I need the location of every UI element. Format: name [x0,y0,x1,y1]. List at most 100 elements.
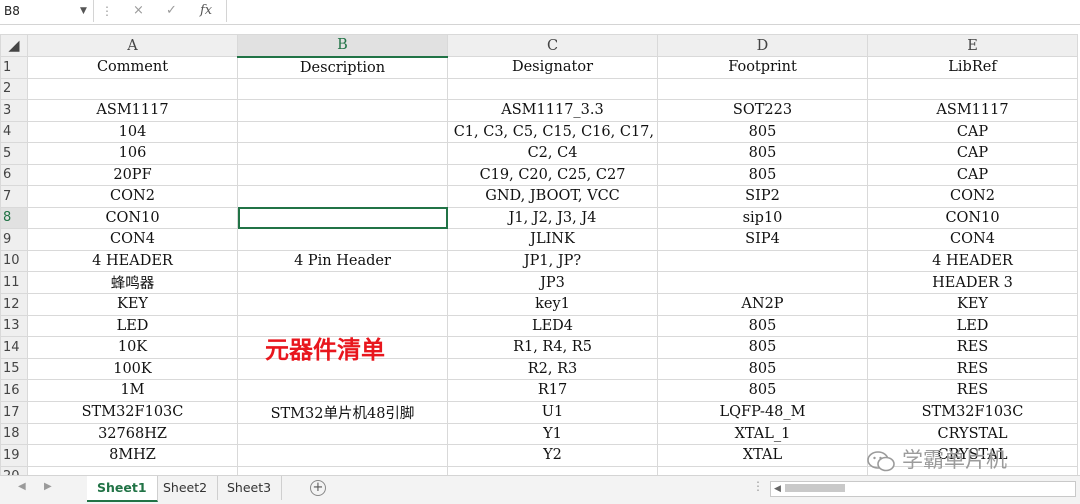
cell-d4[interactable]: 805 [657,120,868,143]
cell-b2[interactable] [237,77,448,100]
cell-c3[interactable]: ASM1117_3.3 [447,99,658,122]
row-header[interactable]: 7 [0,185,28,208]
cell-d16[interactable]: 805 [657,379,868,402]
cell-a14[interactable]: 10K [27,336,238,359]
row-header[interactable]: 17 [0,400,28,424]
scrollbar-thumb[interactable] [785,484,845,492]
cell-b12[interactable] [237,293,448,316]
tab-scroll-right-icon[interactable]: ▶ [44,481,52,492]
cell-c10[interactable]: JP1, JP? [447,249,658,272]
cell-a10[interactable]: 4 HEADER [27,249,238,272]
cell-d14[interactable]: 805 [657,336,868,359]
cell-c18[interactable]: Y1 [447,422,658,445]
cell-c2[interactable] [447,77,658,100]
cell-e5[interactable]: CAP [867,142,1078,165]
cell-d9[interactable]: SIP4 [657,228,868,251]
cell-e7[interactable]: CON2 [867,185,1078,208]
cell-d12[interactable]: AN2P [657,293,868,316]
cell-b7[interactable] [237,185,448,208]
cell-b5[interactable] [237,142,448,165]
cell-c8[interactable]: J1, J2, J3, J4 [447,206,658,229]
cell-e18[interactable]: CRYSTAL [867,422,1078,445]
cell-e2[interactable] [867,77,1078,100]
cell-e10[interactable]: 4 HEADER [867,249,1078,272]
cell-d3[interactable]: SOT223 [657,99,868,122]
cell-c14[interactable]: R1, R4, R5 [447,336,658,359]
cell-d8[interactable]: sip10 [657,206,868,229]
row-header[interactable]: 4 [0,120,28,143]
cell-c12[interactable]: key1 [447,293,658,316]
row-header[interactable]: 19 [0,444,28,467]
row-header[interactable]: 6 [0,163,28,186]
cell-e4[interactable]: CAP [867,120,1078,143]
cell-d2[interactable] [657,77,868,100]
tab-sheet2[interactable]: Sheet2 [153,476,219,500]
cell-a5[interactable]: 106 [27,142,238,165]
row-header[interactable]: 9 [0,228,28,251]
cell-e14[interactable]: RES [867,336,1078,359]
cell-d6[interactable]: 805 [657,163,868,186]
cell-a2[interactable] [27,77,238,100]
column-header-e[interactable]: E [867,34,1078,57]
cell-d18[interactable]: XTAL_1 [657,422,868,445]
cell-e17[interactable]: STM32F103C [867,400,1078,424]
column-header-c[interactable]: C [447,34,658,57]
cell-b6[interactable] [237,163,448,186]
row-header[interactable]: 16 [0,379,28,402]
cell-c11[interactable]: JP3 [447,271,658,294]
cell-a11[interactable]: 蜂鸣器 [27,271,238,294]
tab-sheet1[interactable]: Sheet1 [87,476,158,502]
cell-e16[interactable]: RES [867,379,1078,402]
cell-b19[interactable] [237,444,448,467]
cell-d15[interactable]: 805 [657,357,868,380]
cell-c4[interactable]: C1, C3, C5, C15, C16, C17, [447,120,658,143]
cell-b18[interactable] [237,422,448,445]
cell-b17[interactable]: STM32单片机48引脚 [237,400,448,424]
row-header[interactable]: 8 [0,206,28,229]
cell-e12[interactable]: KEY [867,293,1078,316]
cell-e8[interactable]: CON10 [867,206,1078,229]
cell-d13[interactable]: 805 [657,314,868,337]
cell-a18[interactable]: 32768HZ [27,422,238,445]
cell-b20[interactable] [237,465,448,475]
cell-e15[interactable]: RES [867,357,1078,380]
cell-a4[interactable]: 104 [27,120,238,143]
cell-c6[interactable]: C19, C20, C25, C27 [447,163,658,186]
add-sheet-button[interactable]: + [310,480,326,496]
cell-b9[interactable] [237,228,448,251]
cell-b3[interactable] [237,99,448,122]
cell-a20[interactable] [27,465,238,475]
column-header-d[interactable]: D [657,34,868,57]
cell-d1[interactable]: Footprint [657,56,868,79]
cell-d20[interactable] [657,465,868,475]
cell-a19[interactable]: 8MHZ [27,444,238,467]
row-header[interactable]: 1 [0,56,28,79]
column-header-a[interactable]: A [27,34,238,57]
column-header-b[interactable]: B [237,34,448,58]
cell-d10[interactable] [657,249,868,272]
cell-b10[interactable]: 4 Pin Header [237,249,448,272]
cell-d5[interactable]: 805 [657,142,868,165]
cell-e11[interactable]: HEADER 3 [867,271,1078,294]
row-header[interactable]: 11 [0,271,28,294]
cell-c13[interactable]: LED4 [447,314,658,337]
select-all-corner[interactable]: ◢ [0,34,28,57]
cell-c5[interactable]: C2, C4 [447,142,658,165]
cell-a13[interactable]: LED [27,314,238,337]
cell-c16[interactable]: R17 [447,379,658,402]
cell-e3[interactable]: ASM1117 [867,99,1078,122]
cell-a12[interactable]: KEY [27,293,238,316]
row-header[interactable]: 20 [0,465,28,475]
cell-b1[interactable]: Description [237,56,448,79]
cell-b11[interactable] [237,271,448,294]
row-header[interactable]: 3 [0,99,28,122]
cell-a16[interactable]: 1M [27,379,238,402]
scroll-left-icon[interactable]: ◀ [774,482,781,496]
cell-a8[interactable]: CON10 [27,206,238,229]
cell-e9[interactable]: CON4 [867,228,1078,251]
cell-d17[interactable]: LQFP-48_M [657,400,868,424]
cell-a9[interactable]: CON4 [27,228,238,251]
cell-d7[interactable]: SIP2 [657,185,868,208]
row-header[interactable]: 12 [0,293,28,316]
cell-c7[interactable]: GND, JBOOT, VCC [447,185,658,208]
